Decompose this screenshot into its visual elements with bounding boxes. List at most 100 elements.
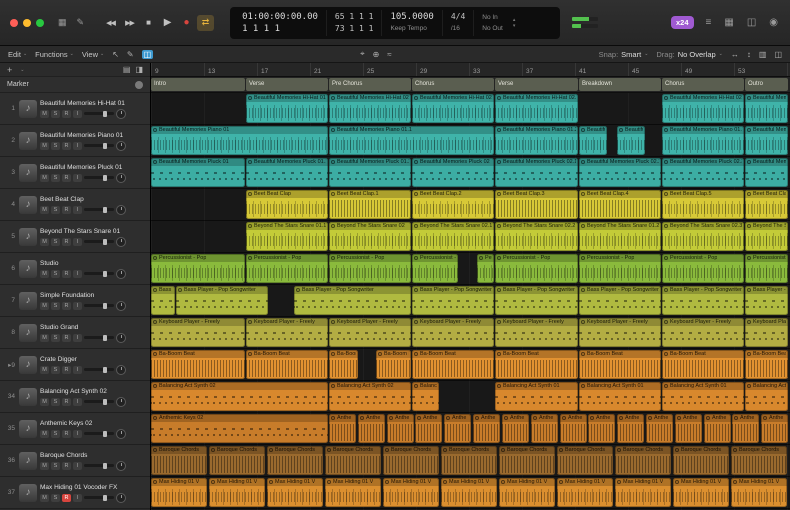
media-browser-icon[interactable]: ◫ <box>745 17 758 28</box>
track-lane[interactable]: Max Hiding 01 V Max Hiding 01 V Max Hiding… <box>151 477 790 509</box>
pan-knob[interactable] <box>116 429 126 439</box>
region[interactable]: Anthe <box>732 414 759 443</box>
panel-toggle-icon[interactable]: ◫ <box>774 50 782 59</box>
input-monitor-button[interactable]: I <box>73 494 82 502</box>
input-monitor-button[interactable]: I <box>73 430 82 438</box>
pan-knob[interactable] <box>116 461 126 471</box>
track-header[interactable]: 8♪Studio GrandMSRI <box>0 317 150 349</box>
zoom-window-button[interactable] <box>36 19 44 27</box>
region[interactable]: Bass Player - Pop Songwriter <box>176 286 268 315</box>
track-lane[interactable]: Beet Beat ClapBeet Beat Clap.1Beet Beat … <box>151 189 790 221</box>
record-button[interactable]: ● <box>178 15 195 31</box>
track-lane[interactable]: Baroque Chords Baroque Chords Baroque Chor… <box>151 445 790 477</box>
input-monitor-button[interactable]: I <box>73 206 82 214</box>
region[interactable]: Beyond The Stars Snare 02.4 <box>745 222 788 251</box>
region[interactable]: Ba-Boom Beat <box>745 350 788 379</box>
marker-region[interactable]: Intro <box>151 78 245 91</box>
track-header[interactable]: 37♪Max Hiding 01 Vocoder FXMSRI <box>0 477 150 509</box>
edit-menu[interactable]: Edit⌄ <box>8 50 27 59</box>
region[interactable]: Beautiful Memories Piano 01.2 <box>579 126 607 155</box>
region[interactable]: Baroque Chords <box>209 446 265 475</box>
lcd-signature[interactable]: 4/4 /16 <box>443 10 474 36</box>
region[interactable]: Keyboard Player - Freely <box>579 318 661 347</box>
region[interactable]: Bass Player - Pop Songwriter <box>745 286 788 315</box>
lcd-time-position[interactable]: 01:00:00:00.00 1 1 1 1 <box>234 10 327 36</box>
pan-knob[interactable] <box>116 205 126 215</box>
region[interactable]: Bass <box>151 286 175 315</box>
solo-button[interactable]: S <box>51 302 60 310</box>
mute-button[interactable]: M <box>40 142 49 150</box>
region[interactable]: Max Hiding 01 V <box>731 478 787 507</box>
region[interactable]: Percussionist - Pop <box>151 254 245 283</box>
region[interactable]: Anthe <box>444 414 471 443</box>
solo-button[interactable]: S <box>51 174 60 182</box>
region[interactable]: Beautiful Memories Piano 01 <box>151 126 328 155</box>
solo-button[interactable]: S <box>51 430 60 438</box>
mute-button[interactable]: M <box>40 494 49 502</box>
volume-slider[interactable] <box>84 304 114 307</box>
region[interactable]: Percussionist - Pop <box>246 254 328 283</box>
mute-button[interactable]: M <box>40 110 49 118</box>
lcd-tempo[interactable]: 105.0000 Keep Tempo <box>382 10 442 36</box>
region[interactable]: Beautiful Memories Piano 01.2 <box>495 126 578 155</box>
mute-button[interactable]: M <box>40 462 49 470</box>
region[interactable]: Anthe <box>502 414 529 443</box>
record-enable-button[interactable]: R <box>62 206 71 214</box>
pan-knob[interactable] <box>116 237 126 247</box>
pan-knob[interactable] <box>116 333 126 343</box>
region[interactable]: Balancing Act Synth 01 <box>662 382 744 411</box>
mute-button[interactable]: M <box>40 174 49 182</box>
region[interactable]: Beautiful Memories Piano 01.2 <box>662 126 744 155</box>
marker-track-header[interactable]: Marker <box>0 77 150 93</box>
region[interactable]: Baroque Chords <box>673 446 729 475</box>
record-enable-button[interactable]: R <box>62 270 71 278</box>
marker-region[interactable]: Verse <box>246 78 328 91</box>
input-monitor-button[interactable]: I <box>73 398 82 406</box>
mute-button[interactable]: M <box>40 270 49 278</box>
volume-slider[interactable] <box>84 464 114 467</box>
record-enable-button[interactable]: R <box>62 462 71 470</box>
region[interactable]: Keyboard Player - Freely <box>329 318 411 347</box>
region[interactable]: Beautiful Memories Hi-Hat 02.2 <box>495 94 578 123</box>
drag-selector[interactable]: Drag:No Overlap⌄ <box>656 50 722 59</box>
track-lane[interactable]: Balancing Act Synth 02Balancing Act Synt… <box>151 381 790 413</box>
region[interactable]: Keyboard Player - Freely <box>662 318 744 347</box>
region[interactable]: Max Hiding 01 V <box>325 478 381 507</box>
panel-list-icon[interactable]: ▤ <box>123 65 131 74</box>
region[interactable]: Balancing Act Synth 02 <box>329 382 411 411</box>
input-monitor-button[interactable]: I <box>73 334 82 342</box>
add-track-button[interactable]: + <box>7 65 12 75</box>
region[interactable]: Beautiful Memories Hi-Hat 02.3 <box>662 94 744 123</box>
region[interactable]: Beautiful Memories Hi-Hat 01 <box>246 94 328 123</box>
input-monitor-button[interactable]: I <box>73 302 82 310</box>
region[interactable]: Max Hiding 01 V <box>557 478 613 507</box>
region[interactable]: Max Hiding 01 V <box>151 478 207 507</box>
region[interactable]: Keyboard Player - Freely <box>745 318 788 347</box>
catch-playhead-icon[interactable]: ⌖ <box>360 49 365 59</box>
zoom-h-icon[interactable]: ↔ <box>731 50 739 59</box>
region[interactable]: Baroque Chords <box>325 446 381 475</box>
track-header[interactable]: 1♪Beautiful Memories Hi-Hat 01MSRI <box>0 93 150 125</box>
region[interactable]: Keyboard Player - Freely <box>151 318 245 347</box>
region[interactable]: Beautiful Memories Pluck 01 <box>151 158 245 187</box>
auto-zoom-icon[interactable]: ⊕ <box>373 50 380 59</box>
region[interactable]: Beyond The Stars Snare 02.3 <box>662 222 744 251</box>
volume-slider[interactable] <box>84 112 114 115</box>
loop-browser-icon[interactable]: ▦ <box>722 17 735 28</box>
pan-knob[interactable] <box>116 269 126 279</box>
region[interactable]: Beautiful Memories Piano 01.1 <box>329 126 494 155</box>
stop-button[interactable]: ■ <box>140 15 157 31</box>
input-monitor-button[interactable]: I <box>73 462 82 470</box>
input-monitor-button[interactable]: I <box>73 270 82 278</box>
forward-button[interactable]: ▶▶ <box>121 15 138 31</box>
region[interactable]: Balancing Act Synth 02 <box>412 382 439 411</box>
region[interactable]: Baroque Chords <box>499 446 555 475</box>
pan-knob[interactable] <box>116 493 126 503</box>
lcd-down-icon[interactable]: ▾ <box>513 23 516 29</box>
volume-slider[interactable] <box>84 400 114 403</box>
mute-button[interactable]: M <box>40 398 49 406</box>
mute-button[interactable]: M <box>40 366 49 374</box>
marker-region[interactable]: Chorus <box>662 78 744 91</box>
region[interactable]: Ba-Boom Beat <box>495 350 578 379</box>
ruler-lane[interactable]: 91317212529333741454953 <box>151 63 790 77</box>
